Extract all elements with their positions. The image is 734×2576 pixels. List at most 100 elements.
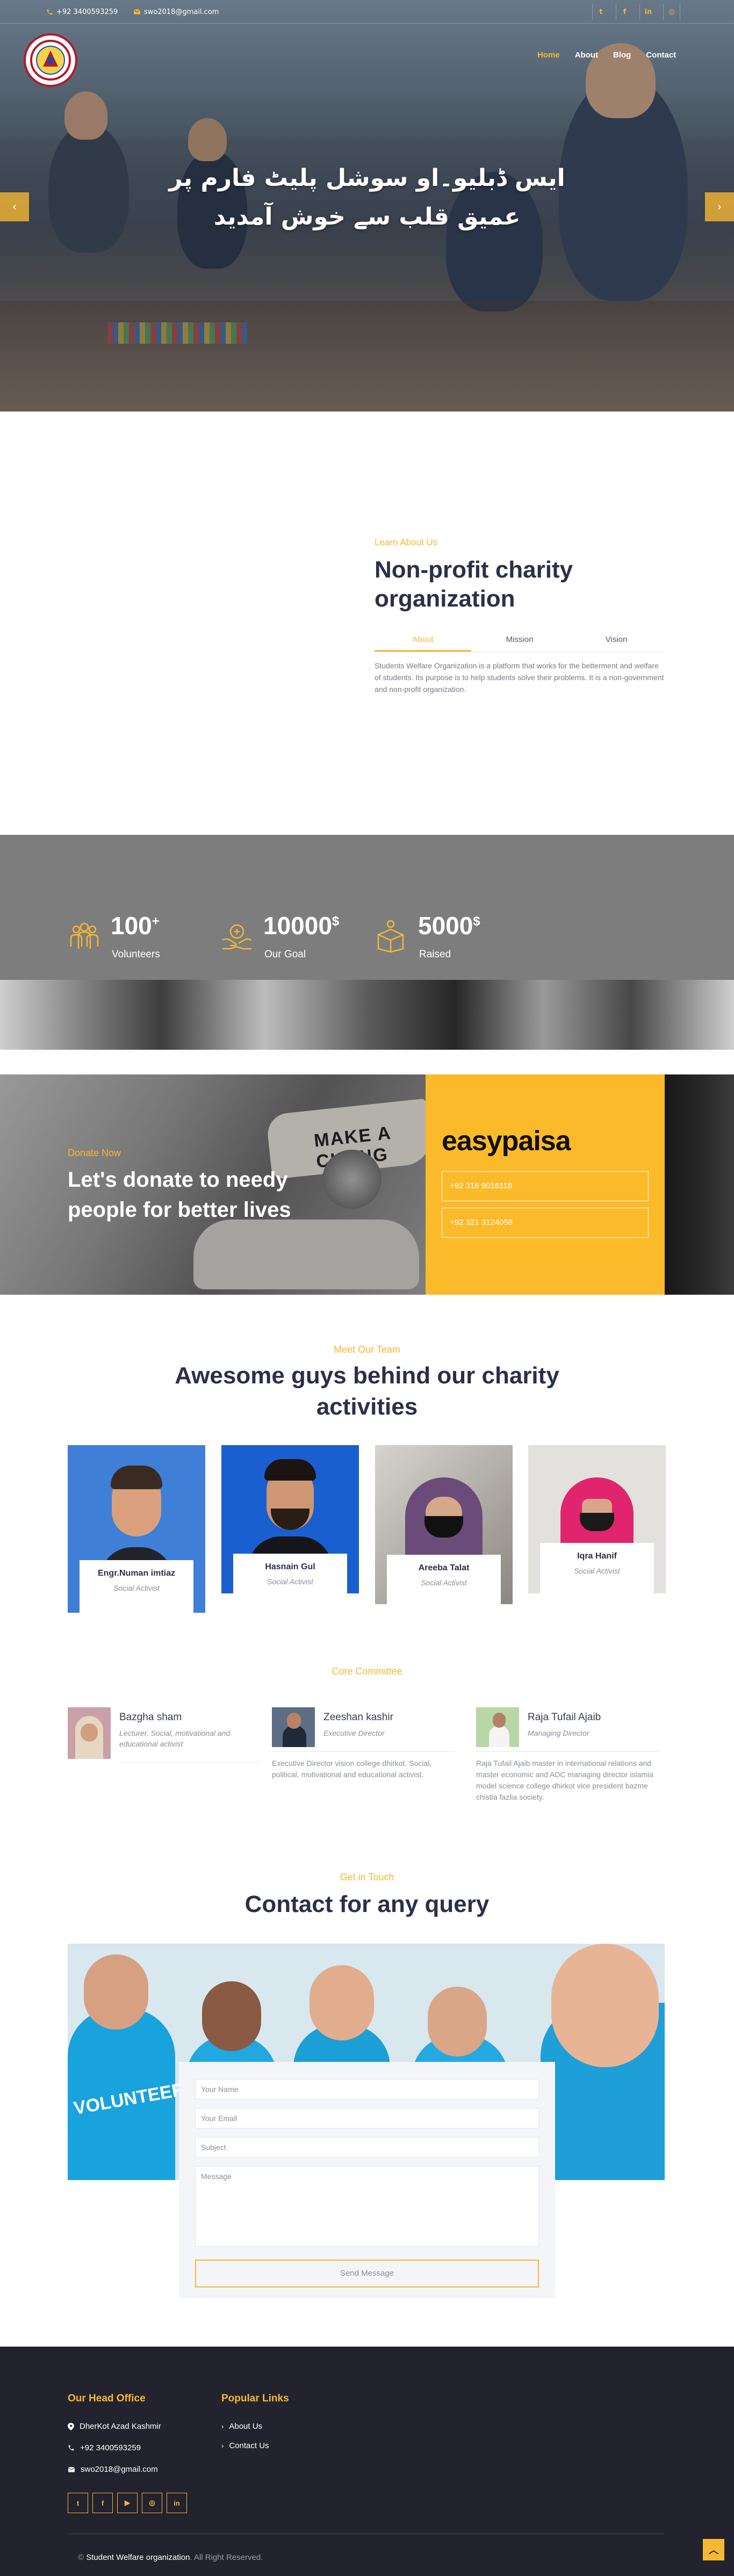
footer-link-contact[interactable]: › Contact Us (221, 2441, 269, 2450)
footer (0, 2347, 734, 2576)
core-member-name: Zeeshan kashir (323, 1712, 393, 1723)
email-field[interactable]: Your Email (195, 2108, 539, 2128)
chevron-right-icon: › (221, 2442, 224, 2450)
team-member-name: Areeba Talat (418, 1563, 470, 1572)
envelope-icon (68, 2466, 75, 2472)
footer-links-heading: Popular Links (221, 2393, 289, 2404)
chevron-right-icon: › (221, 2422, 224, 2430)
easypaisa-phone-1[interactable]: +92 316 9016118 (442, 1171, 649, 1201)
hero-title-line-2: عمیق قلب سے خوش آمدید (213, 203, 521, 230)
topbar-email-text: swo2018@gmail.com (144, 8, 219, 16)
easypaisa-phone-2[interactable]: +92 321 3124058 (442, 1208, 649, 1238)
twitter-icon[interactable]: t (592, 4, 609, 20)
donate-kicker: Donate Now (68, 1148, 121, 1158)
hero-title: ایس ڈبلیو۔او سوشل پلیٹ فارم پر عمیق قلب … (152, 159, 582, 236)
core-member-description: Executive Director vision college dhirko… (272, 1759, 432, 1779)
footer-office-heading: Our Head Office (68, 2393, 146, 2404)
instagram-icon[interactable]: ◎ (142, 2493, 162, 2513)
envelope-icon (133, 9, 141, 15)
phone-icon (68, 2445, 74, 2451)
core-member-photo (272, 1707, 315, 1747)
about-body-text: Students Welfare Organization is a platf… (375, 661, 664, 694)
footer-link-about[interactable]: › About Us (221, 2422, 262, 2431)
chevron-up-icon: ︿ (709, 2545, 718, 2556)
tab-vision[interactable]: Vision (568, 632, 665, 652)
stats-background-photo (0, 980, 734, 1050)
main-nav: Home About Blog Contact (522, 50, 676, 60)
name-field[interactable]: Your Name (195, 2079, 539, 2099)
top-bar: +92 3400593259 swo2018@gmail.com t f in … (0, 0, 734, 24)
footer-link-label: About Us (229, 2422, 263, 2431)
team-member-name: Iqra Hanif (577, 1552, 617, 1561)
footer-address: DherKot Azad Kashmir (68, 2422, 161, 2431)
footer-phone[interactable]: +92 3400593259 (68, 2443, 141, 2452)
stat-volunteers-value: 100+ (111, 912, 160, 940)
stat-goal-value: 10000$ (263, 912, 340, 940)
instagram-icon[interactable]: ◎ (663, 4, 680, 20)
goal-icon (220, 920, 254, 953)
contact-heading: Contact for any query (244, 1891, 490, 1917)
hero-title-line-1: ایس ڈبلیو۔او سوشل پلیٹ فارم پر (169, 164, 565, 192)
donate-heading: Let's donate to needy people for better … (68, 1168, 291, 1222)
topbar-email[interactable]: swo2018@gmail.com (133, 7, 219, 17)
team-member-name: Engr.Numan imtiaz (97, 1569, 176, 1578)
footer-link-label: Contact Us (229, 2441, 269, 2450)
back-to-top-button[interactable]: ︿ (703, 2539, 724, 2560)
stat-raised-label: Raised (419, 949, 451, 960)
team-member-role: Social Activist (113, 1584, 160, 1592)
copyright-org-link[interactable]: Student Welfare organization (86, 2553, 190, 2562)
facebook-icon[interactable]: f (92, 2493, 113, 2513)
nav-blog[interactable]: Blog (613, 50, 631, 60)
core-divider (119, 1762, 259, 1763)
footer-phone-text: +92 3400593259 (80, 2443, 141, 2452)
topbar-phone[interactable]: +92 3400593259 (46, 7, 118, 17)
about-tabs: About Mission Vision (375, 632, 665, 652)
about-kicker: Learn About Us (375, 537, 438, 547)
send-message-button[interactable]: Send Message (195, 2260, 539, 2288)
stats-section (0, 835, 734, 980)
donation-box-icon (374, 920, 407, 953)
team-member-card: Engr.Numan imtiaz Social Activist (80, 1560, 193, 1613)
message-field[interactable]: Message (195, 2166, 539, 2247)
phone-icon (47, 9, 53, 15)
subject-field[interactable]: Subject (195, 2137, 539, 2158)
chevron-right-icon: › (717, 200, 722, 214)
core-member-role: Managing Director (528, 1729, 589, 1737)
donate-dark-strip (665, 1074, 734, 1295)
stat-volunteers-label: Volunteers (112, 949, 160, 960)
team-member-card: Hasnain Gul Social Activist (233, 1554, 347, 1601)
twitter-icon[interactable]: t (68, 2493, 88, 2513)
slider-prev-button[interactable]: ‹ (0, 192, 29, 221)
core-member-photo (68, 1707, 111, 1759)
core-divider (272, 1751, 455, 1752)
core-member-description: Raja Tufail Ajaib master in internationa… (476, 1759, 653, 1801)
core-kicker: Core Committee (332, 1666, 402, 1677)
facebook-icon[interactable]: f (616, 4, 633, 20)
about-heading: Non-profit charity organization (375, 557, 573, 612)
contact-kicker: Get in Touch (340, 1872, 394, 1882)
youtube-icon[interactable]: ▶ (117, 2493, 138, 2513)
slider-next-button[interactable]: › (705, 192, 734, 221)
team-member-card: Iqra Hanif Social Activist (540, 1543, 654, 1594)
copyright: © Student Welfare organization. All Righ… (78, 2553, 263, 2562)
team-member-role: Social Activist (267, 1577, 313, 1586)
tab-mission[interactable]: Mission (471, 632, 568, 652)
logo-emblem-icon (30, 40, 71, 81)
linkedin-icon[interactable]: in (167, 2493, 187, 2513)
topbar-phone-text: +92 3400593259 (56, 8, 118, 16)
nav-about[interactable]: About (575, 50, 598, 60)
team-member-role: Social Activist (421, 1578, 467, 1587)
footer-email-text: swo2018@gmail.com (81, 2465, 158, 2474)
site-logo[interactable] (24, 33, 77, 87)
core-member-role: Executive Director (323, 1729, 385, 1737)
nav-home[interactable]: Home (537, 50, 560, 60)
nav-contact[interactable]: Contact (646, 50, 676, 60)
easypaisa-logo: easypaisa (442, 1125, 571, 1157)
team-member-name: Hasnain Gul (265, 1562, 315, 1571)
tab-about[interactable]: About (375, 632, 471, 652)
footer-email[interactable]: swo2018@gmail.com (68, 2465, 158, 2474)
team-kicker: Meet Our Team (334, 1344, 400, 1355)
linkedin-icon[interactable]: in (639, 4, 657, 20)
team-member-role: Social Activist (574, 1567, 620, 1575)
volunteers-icon (68, 920, 101, 953)
